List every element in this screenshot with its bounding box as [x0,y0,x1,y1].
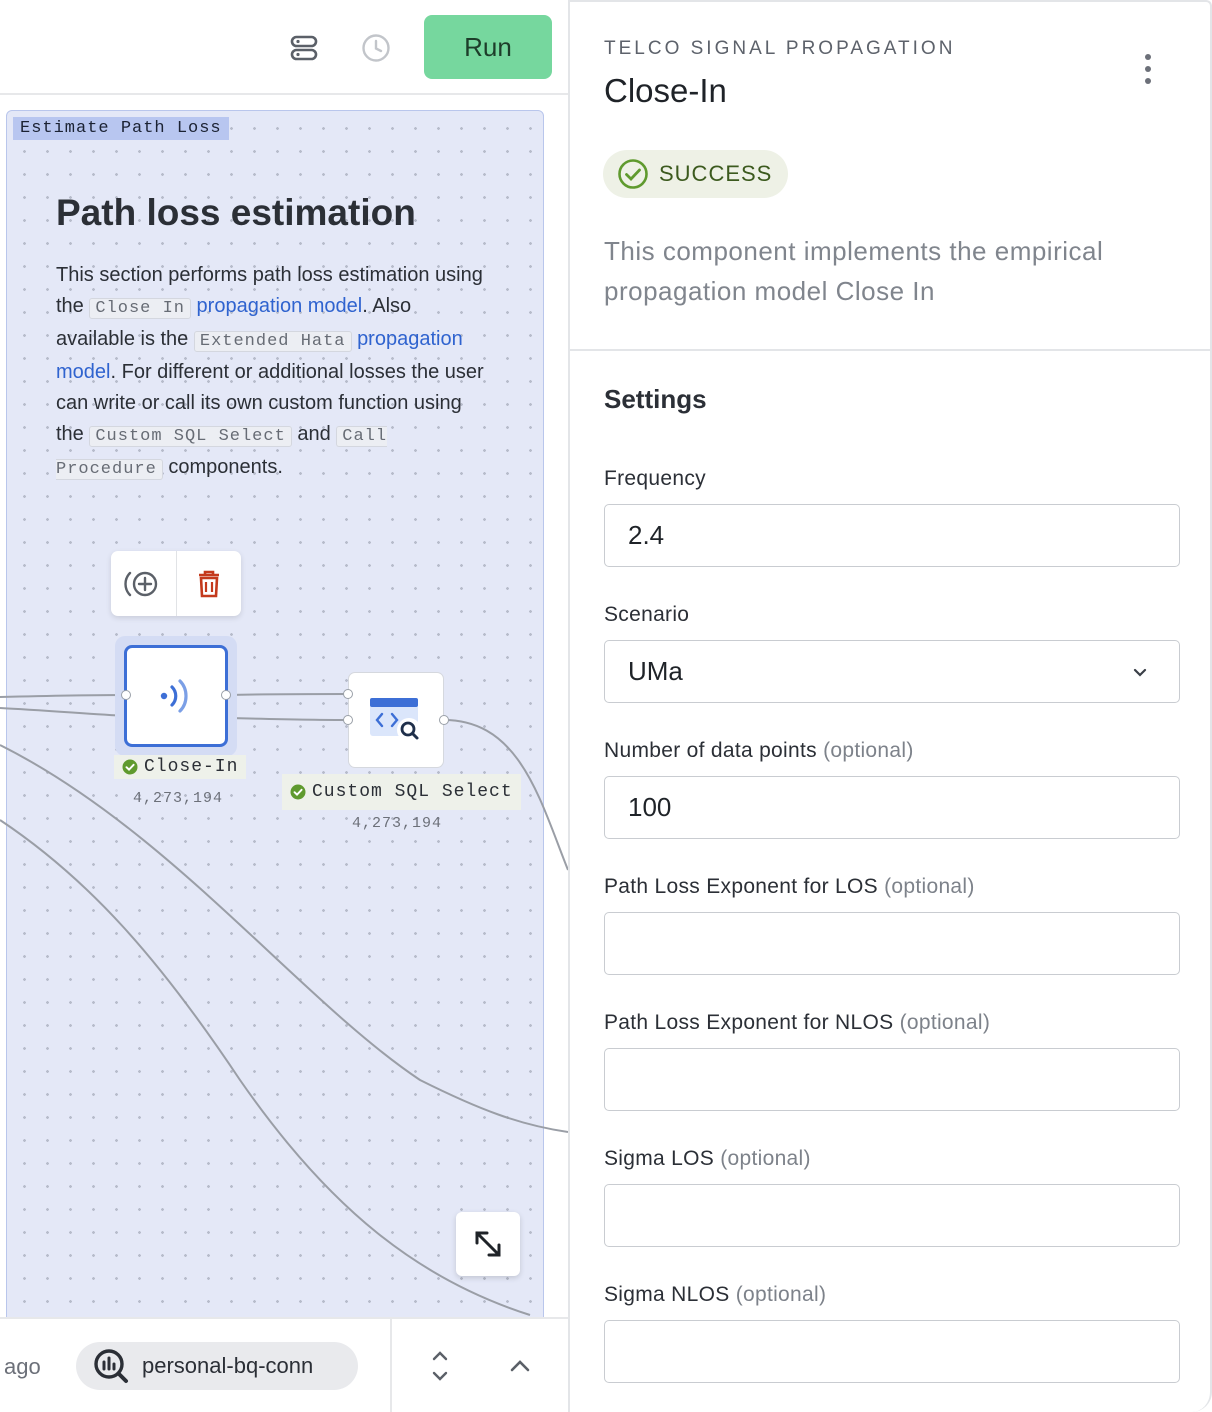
node-toolbar [111,551,241,616]
bigquery-icon [94,1349,128,1383]
frequency-input[interactable] [604,504,1180,567]
label-text: Scenario [604,603,690,626]
last-run-text: ago [4,1354,41,1379]
label-text: Path Loss Exponent for LOS [604,875,878,898]
input-port[interactable] [343,715,353,725]
optional-hint: (optional) [884,875,975,898]
input-port[interactable] [121,690,131,700]
add-circle-icon [124,571,158,596]
component-properties-panel: TELCO SIGNAL PROPAGATION Close-In SUCCES… [568,0,1212,1412]
workflow-canvas-area: Run Estimate Path Loss Path loss estimat… [0,0,568,1412]
check-circle-icon [290,784,306,800]
code-custom-sql-select: Custom SQL Select [89,426,292,447]
ple-nlos-input[interactable] [604,1048,1180,1111]
check-circle-icon [122,759,138,775]
code-search-icon [370,698,421,742]
add-node-button[interactable] [111,551,176,616]
sigma-nlos-input[interactable] [604,1320,1180,1383]
ple-los-label: Path Loss Exponent for LOS (optional) [604,875,975,899]
expand-diagonal-icon [475,1231,501,1257]
delete-node-button[interactable] [177,551,242,616]
check-circle-icon [618,159,648,189]
run-button[interactable]: Run [424,15,552,79]
ple-nlos-label: Path Loss Exponent for NLOS (optional) [604,1011,990,1035]
status-text: SUCCESS [659,161,773,186]
history-button[interactable] [354,26,398,70]
connection-chip[interactable]: personal-bq-conn [76,1342,358,1390]
optional-hint: (optional) [735,1283,827,1306]
node-close-in[interactable] [124,645,228,747]
note-text: components. [162,456,283,478]
clock-icon [362,34,390,62]
ple-los-input[interactable] [604,912,1180,975]
note-text: and [291,423,337,445]
node-label-text: Custom SQL Select [312,782,513,802]
scenario-select[interactable]: UMa [604,640,1180,703]
divider [390,1318,392,1412]
node-label-custom-sql-select: Custom SQL Select [282,774,521,810]
connection-name: personal-bq-conn [142,1353,314,1378]
unfold-icon [432,1351,448,1381]
node-row-count: 4,273,194 [133,790,224,807]
kebab-dot-icon [1145,54,1151,60]
layers-icon [290,35,318,61]
scenario-label: Scenario [604,603,689,627]
input-port[interactable] [343,689,353,699]
status-badge: SUCCESS [603,150,789,198]
sigma-nlos-label: Sigma NLOS (optional) [604,1283,826,1307]
label-text: Sigma NLOS [604,1283,730,1306]
node-label-close-in: Close-In [114,755,247,779]
optional-hint: (optional) [899,1011,991,1034]
signal-icon [160,679,188,713]
propagation-model-link[interactable]: propagation model [197,295,363,317]
sigma-los-label: Sigma LOS (optional) [604,1147,811,1171]
chevron-down-icon [1133,668,1147,677]
layers-button[interactable] [280,26,328,70]
chevron-up-icon [510,1360,530,1372]
label-text: Sigma LOS [604,1147,715,1170]
expand-collapse-button[interactable] [420,1346,460,1386]
trash-icon [198,570,219,597]
code-close-in: Close In [89,298,191,319]
node-label-text: Close-In [144,757,239,777]
note-title: Path loss estimation [56,192,416,233]
output-port[interactable] [439,715,449,725]
sigma-los-input[interactable] [604,1184,1180,1247]
component-description: This component implements the empirical … [604,236,1104,306]
node-custom-sql-select[interactable] [348,672,444,768]
component-category: TELCO SIGNAL PROPAGATION [604,38,956,59]
open-results-button[interactable] [500,1346,540,1386]
output-port[interactable] [221,690,231,700]
data-points-label: Number of data points (optional) [604,739,914,763]
note-body: This section performs path loss estimati… [56,260,484,485]
settings-heading: Settings [604,384,707,414]
divider [570,349,1210,351]
canvas-toolbar: Run [0,0,568,95]
more-options-button[interactable] [1132,52,1164,86]
data-points-input[interactable] [604,776,1180,839]
frequency-label: Frequency [604,467,706,491]
fullscreen-button[interactable] [456,1212,520,1276]
code-extended-hata: Extended Hata [193,331,352,352]
node-row-count: 4,273,194 [352,815,443,832]
kebab-dot-icon [1145,78,1151,84]
group-tag[interactable]: Estimate Path Loss [13,117,229,140]
optional-hint: (optional) [720,1147,811,1170]
scenario-value: UMa [628,656,683,686]
label-text: Number of data points [604,739,817,762]
kebab-dot-icon [1145,66,1151,72]
label-text: Frequency [604,467,706,490]
label-text: Path Loss Exponent for NLOS [604,1011,894,1034]
optional-hint: (optional) [823,739,914,762]
component-title: Close-In [604,72,727,109]
